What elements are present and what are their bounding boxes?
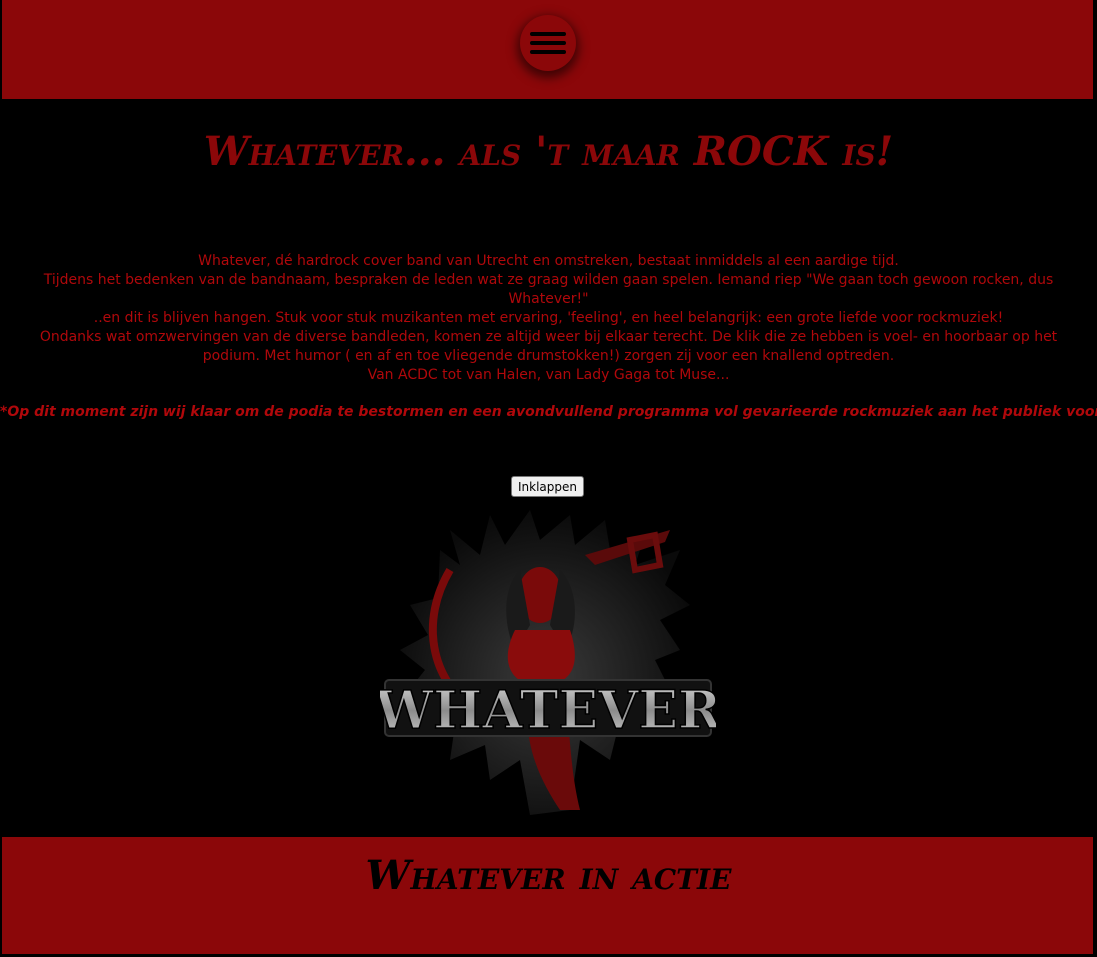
- hamburger-menu-icon-bar: [530, 50, 566, 54]
- intro-text: Whatever, dé hardrock cover band van Utr…: [0, 252, 1097, 385]
- intro-line: Ondanks wat omzwervingen van de diverse …: [39, 329, 1058, 364]
- band-logo: WHATEVER: [380, 510, 716, 815]
- intro-line: Whatever, dé hardrock cover band van Utr…: [198, 253, 899, 269]
- logo-wordmark: WHATEVER: [380, 679, 716, 742]
- intro-line: Van ACDC tot van Halen, van Lady Gaga to…: [367, 367, 730, 383]
- collapse-button[interactable]: Inklappen: [511, 476, 585, 497]
- intro-line: Tijdens het bedenken van de bandnaam, be…: [43, 272, 1054, 307]
- availability-highlight: *Op dit moment zijn wij klaar om de podi…: [0, 404, 1097, 420]
- intro-line: ..en dit is blijven hangen. Stuk voor st…: [93, 310, 1004, 326]
- hamburger-menu-button[interactable]: [520, 15, 576, 71]
- section-title: Whatever in actie: [365, 852, 732, 899]
- svg-text:WHATEVER: WHATEVER: [380, 680, 716, 741]
- page-title: Whatever... als 't maar ROCK is!: [203, 128, 894, 175]
- page: Whatever... als 't maar ROCK is! Whateve…: [0, 0, 1097, 957]
- hamburger-menu-icon: [530, 32, 566, 36]
- hamburger-menu-icon-bar: [530, 41, 566, 45]
- logo-figure-body: [507, 630, 575, 685]
